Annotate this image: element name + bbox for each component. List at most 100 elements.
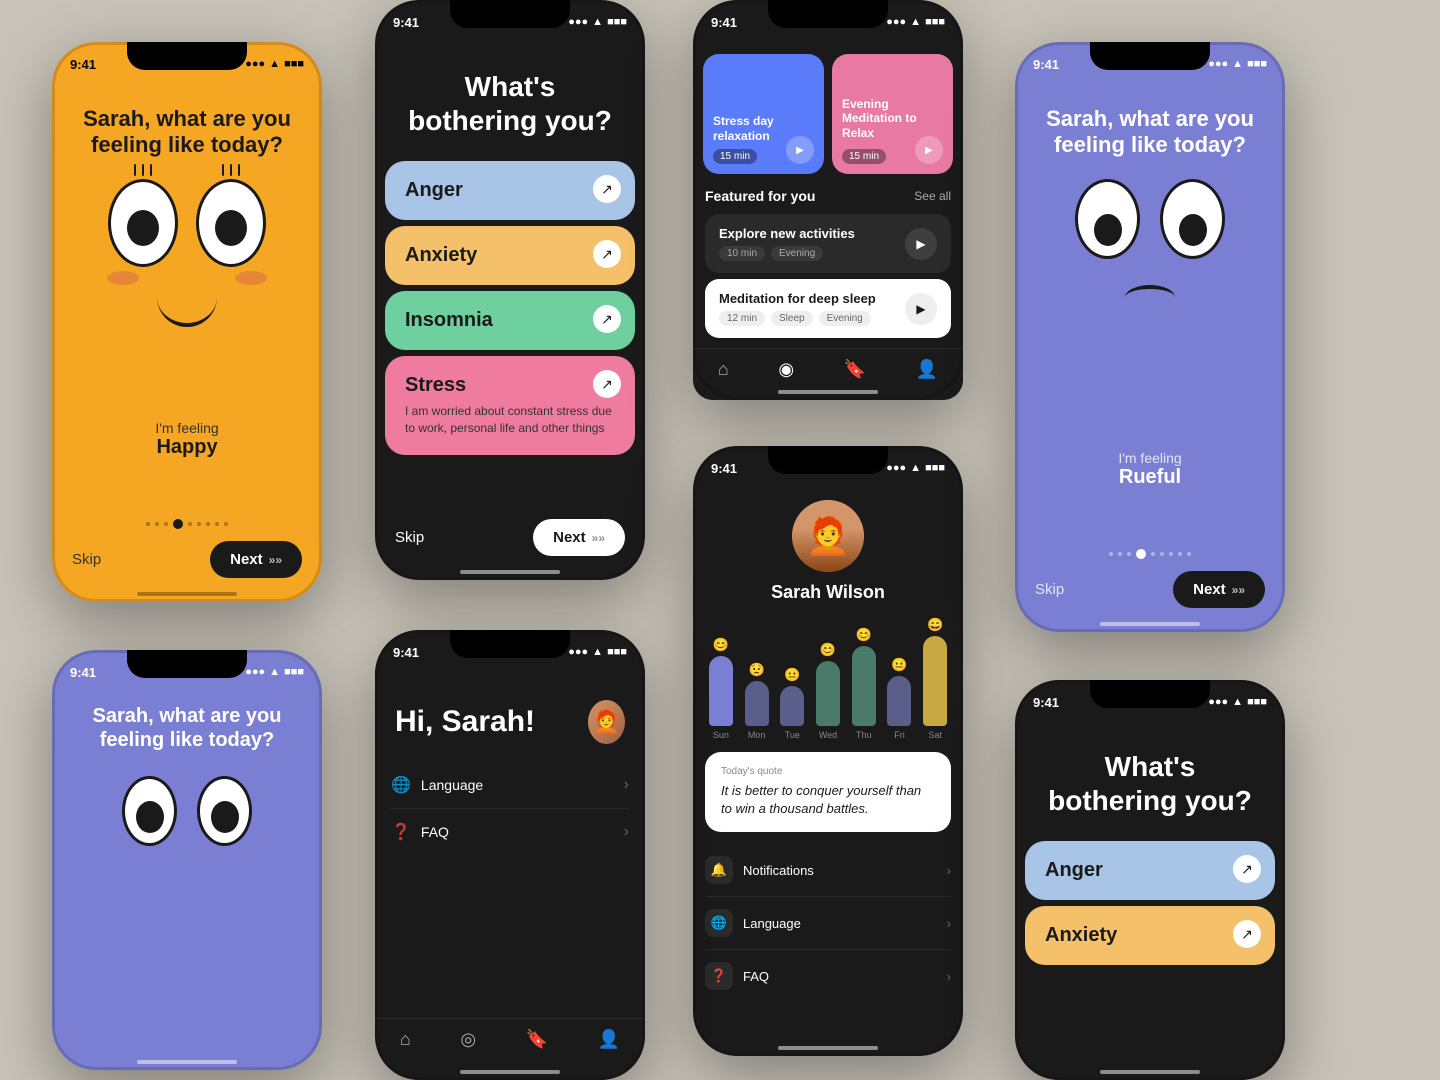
stress-relaxation-card[interactable]: Stress dayrelaxation 15 min ▶ — [703, 54, 824, 174]
meditation-cards: Stress dayrelaxation 15 min ▶ Evening Me… — [693, 54, 963, 174]
deep-sleep-card[interactable]: Meditation for deep sleep 12 min Sleep E… — [705, 279, 951, 338]
sad-face-illustration — [122, 776, 252, 846]
skip-button[interactable]: Skip — [395, 529, 424, 546]
chart-bar-fri: 😐 Fri — [886, 657, 914, 740]
faq-icon: ❓ — [705, 962, 733, 990]
chart-bar-sat: 😄 Sat — [921, 617, 949, 740]
phone-happy-orange: 9:41 ●●● ▲ ■■■ Sarah, what are you feeli… — [52, 42, 322, 602]
profile-nav-icon[interactable]: 👤 — [916, 359, 938, 380]
see-all-link[interactable]: See all — [914, 189, 951, 203]
face-illustration — [108, 179, 266, 267]
bookmark-nav-icon[interactable]: 🔖 — [844, 359, 866, 380]
skip-button[interactable]: Skip — [72, 551, 101, 568]
anxiety-arrow[interactable]: ↗ — [593, 240, 621, 268]
anxiety-label: Anxiety — [405, 244, 477, 266]
status-icons: ●●●▲■■■ — [245, 666, 304, 678]
featured-header: Featured for you See all — [705, 188, 951, 204]
right-sad-eye — [197, 776, 252, 846]
progress-dots — [1109, 549, 1191, 559]
explore-activities-card[interactable]: Explore new activities 10 min Evening ▶ — [705, 214, 951, 273]
activity-play-button[interactable]: ▶ — [905, 228, 937, 260]
notifications-label: Notifications — [743, 863, 814, 878]
anger-label: Anger — [405, 179, 463, 201]
chart-bar-thu: 😊 Thu — [850, 627, 878, 740]
language-setting[interactable]: 🌐 Language › — [705, 897, 951, 950]
settings-list: 🔔 Notifications › 🌐 Language › ❓ FAQ — [693, 844, 963, 1002]
stress-arrow[interactable]: ↗ — [593, 370, 621, 398]
next-button[interactable]: Next »» — [533, 519, 625, 556]
chevron-icon: › — [947, 863, 951, 878]
skip-button[interactable]: Skip — [1035, 581, 1064, 598]
profile-name: Sarah Wilson — [771, 582, 885, 603]
bookmark-nav-icon[interactable]: 🔖 — [526, 1029, 548, 1050]
next-button[interactable]: Next »» — [210, 541, 302, 578]
emotion-card-anger[interactable]: Anger ↗ — [385, 161, 635, 220]
progress-dots — [146, 519, 228, 529]
home-indicator — [1100, 622, 1200, 626]
phone-notch — [1090, 42, 1210, 70]
cheeks — [107, 271, 267, 285]
emotion-card-anxiety[interactable]: Anxiety ↗ — [385, 226, 635, 285]
explore-nav-icon[interactable]: ◉ — [778, 359, 794, 380]
emotion-card-stress[interactable]: Stress I am worried about constant stres… — [385, 356, 635, 455]
activity-info: Explore new activities 10 min Evening — [719, 226, 855, 261]
feeling-label: I'm feeling Rueful — [1118, 450, 1181, 489]
notifications-icon: 🔔 — [705, 856, 733, 884]
phone-meditation-app: 9:41 ●●●▲■■■ Stress dayrelaxation 15 min… — [693, 0, 963, 400]
status-time: 9:41 — [393, 645, 419, 660]
bothering-title: What's bothering you? — [1015, 734, 1285, 841]
notifications-setting[interactable]: 🔔 Notifications › — [705, 844, 951, 897]
emotion-card-insomnia[interactable]: Insomnia ↗ — [385, 291, 635, 350]
language-label: Language — [743, 916, 801, 931]
status-time: 9:41 — [1033, 695, 1059, 710]
profile-avatar: 🧑‍🦰 — [792, 500, 864, 572]
phone-notch — [127, 650, 247, 678]
language-icon: 🌐 — [391, 775, 411, 795]
faq-setting[interactable]: ❓ FAQ › — [705, 950, 951, 1002]
featured-title: Featured for you — [705, 188, 815, 204]
insomnia-arrow[interactable]: ↗ — [593, 305, 621, 333]
anxiety-arrow[interactable]: ↗ — [1233, 920, 1261, 948]
emotion-cards: Anger ↗ Anxiety ↗ — [1015, 841, 1285, 1080]
home-nav-icon[interactable]: ⌂ — [718, 359, 729, 380]
home-indicator — [1100, 1070, 1200, 1074]
home-indicator — [778, 390, 878, 394]
emotion-card-anxiety[interactable]: Anxiety ↗ — [1025, 906, 1275, 965]
evening-tag: Evening — [819, 311, 871, 326]
anger-arrow[interactable]: ↗ — [593, 175, 621, 203]
language-icon: 🌐 — [705, 909, 733, 937]
bothering-title: What's bothering you? — [375, 54, 645, 161]
evening-play-button[interactable]: ▶ — [915, 136, 943, 164]
faq-setting[interactable]: ❓ FAQ › — [391, 809, 629, 855]
chevron-icon: › — [947, 916, 951, 931]
anger-arrow[interactable]: ↗ — [1233, 855, 1261, 883]
phone-notch — [768, 0, 888, 28]
chart-bar-mon: 😟 Mon — [743, 662, 771, 740]
status-time: 9:41 — [711, 15, 737, 30]
chevron-icon: › — [624, 823, 629, 841]
status-icons: ●●●▲■■■ — [886, 462, 945, 474]
phone-hi-sarah: 9:41 ●●●▲■■■ Hi, Sarah! 🧑‍🦰 🌐 Language › — [375, 630, 645, 1080]
evening-meditation-card[interactable]: Evening Meditation to Relax 15 min ▶ — [832, 54, 953, 174]
faq-label: FAQ — [743, 969, 769, 984]
next-button[interactable]: Next »» — [1173, 571, 1265, 608]
sleep-play-button[interactable]: ▶ — [905, 293, 937, 325]
language-setting[interactable]: 🌐 Language › — [391, 762, 629, 809]
left-sad-eye — [122, 776, 177, 846]
phone-rueful-purple: 9:41 ●●●▲■■■ Sarah, what are you feeling… — [1015, 42, 1285, 632]
emotion-card-anger[interactable]: Anger ↗ — [1025, 841, 1275, 900]
bottom-nav-dark: ⌂ ◎ 🔖 👤 — [375, 1018, 645, 1060]
anger-label: Anger — [1045, 859, 1103, 881]
explore-nav-icon[interactable]: ◎ — [460, 1029, 476, 1050]
chevron-icon: › — [624, 776, 629, 794]
home-nav-icon[interactable]: ⌂ — [400, 1029, 411, 1050]
question-text: Sarah, what are you feeling like today? — [1015, 106, 1285, 159]
profile-nav-icon[interactable]: 👤 — [598, 1029, 620, 1050]
question-text: Sarah, what are you feeling like today? — [52, 106, 322, 159]
activity-tags: 10 min Evening — [719, 246, 855, 261]
greeting-title: Hi, Sarah! — [395, 705, 588, 739]
play-button[interactable]: ▶ — [786, 136, 814, 164]
profile-avatar-small: 🧑‍🦰 — [588, 700, 625, 744]
quote-label: Today's quote — [721, 766, 935, 777]
activity-info: Meditation for deep sleep 12 min Sleep E… — [719, 291, 876, 326]
